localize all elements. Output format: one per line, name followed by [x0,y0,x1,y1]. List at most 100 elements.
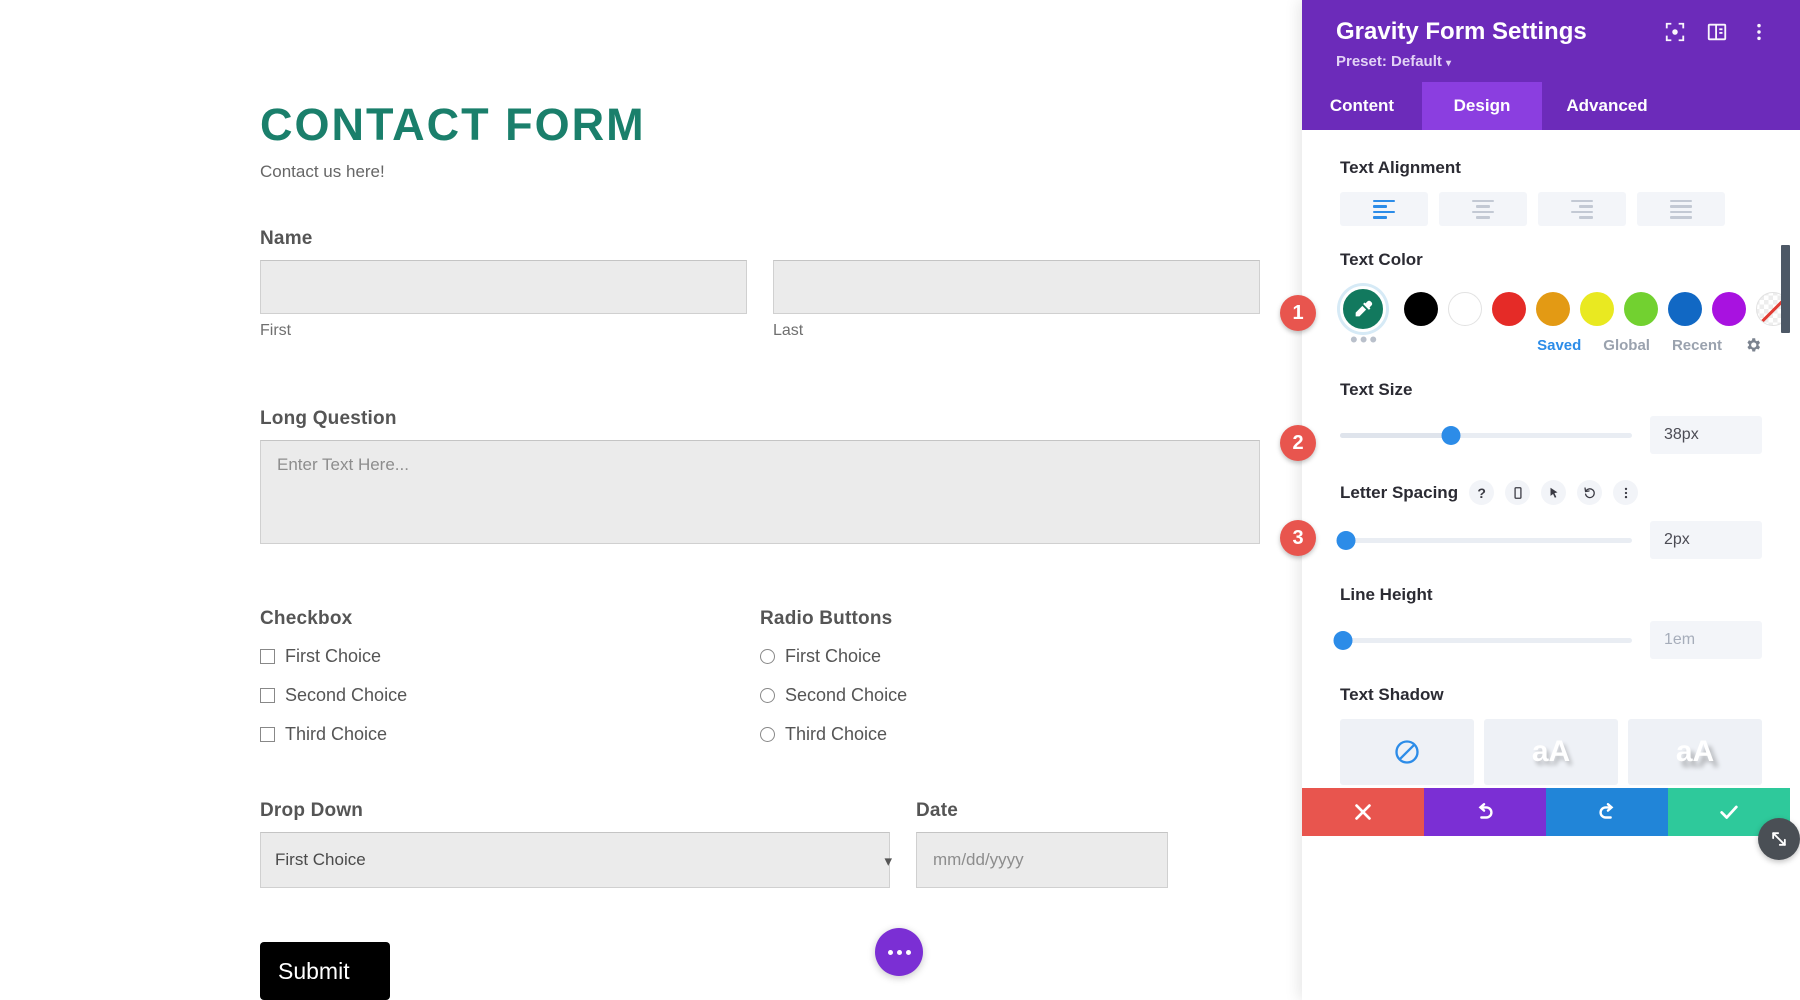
gear-icon[interactable] [1744,336,1762,354]
cursor-icon[interactable] [1541,480,1567,505]
reset-icon[interactable] [1577,480,1603,505]
choices-row: Checkbox First Choice Second Choice Thir… [260,608,1260,763]
line-height-slider[interactable] [1333,630,1632,650]
radio-option-2[interactable]: Second Choice [760,685,1260,706]
swatch-orange[interactable] [1536,292,1570,326]
undo-button[interactable] [1424,788,1546,836]
swatch-blue[interactable] [1668,292,1702,326]
submit-button[interactable]: Submit [260,942,390,1000]
field-radio: Radio Buttons First Choice Second Choice [760,608,1260,763]
section-text-color: Text Color ••• Saved Global Recent [1302,226,1800,354]
swatch-red[interactable] [1492,292,1526,326]
align-justify-button[interactable] [1637,192,1725,226]
swatch-yellow[interactable] [1580,292,1614,326]
checkbox-box[interactable] [260,688,275,703]
ellipsis-icon [887,949,911,955]
checkbox-box[interactable] [260,727,275,742]
first-name-input[interactable] [260,260,747,314]
undo-icon [1478,803,1493,819]
reset-glyph [1583,486,1595,498]
callout-badge-3: 3 [1280,520,1316,556]
text-size-slider[interactable] [1340,425,1632,445]
panel-body: Text Alignment Text Color ••• Saved Glob… [1302,140,1800,1000]
radio-option-1[interactable]: First Choice [760,646,1260,667]
swatch-black[interactable] [1404,292,1438,326]
checkbox-option-label: First Choice [285,646,382,666]
radio-option-3[interactable]: Third Choice [760,724,1260,745]
check-icon [1720,805,1738,819]
checkbox-option-1[interactable]: First Choice [260,646,760,667]
line-height-slider-knob[interactable] [1333,630,1353,650]
section-line-height: Line Height 1em [1302,559,1800,659]
preset-selector[interactable]: Preset: Default ▾ [1336,53,1770,70]
page-preview: CONTACT FORM Contact us here! Name First… [0,0,1302,1000]
tab-design[interactable]: Design [1422,82,1542,130]
text-shadow-none-button[interactable] [1340,719,1474,785]
cancel-button[interactable] [1302,788,1424,836]
text-alignment-label: Text Alignment [1340,158,1461,177]
mobile-glyph [1514,486,1522,499]
tab-advanced[interactable]: Advanced [1542,82,1672,130]
text-shadow-preset-1[interactable]: aA [1484,719,1618,785]
swatch-white[interactable] [1448,292,1482,326]
letter-spacing-value[interactable]: 2px [1650,521,1762,559]
letter-spacing-slider[interactable] [1336,530,1632,550]
lower-row: Drop Down ▾ Date [260,800,1302,888]
checkbox-box[interactable] [260,649,275,664]
field-name: Name First Last [260,228,1260,340]
section-letter-spacing: Letter Spacing ? 2px [1302,454,1800,559]
align-right-icon [1571,199,1593,219]
text-shadow-preset-2[interactable]: aA [1628,719,1762,785]
more-colors-icon[interactable]: ••• [1350,329,1379,351]
line-height-value[interactable]: 1em [1650,621,1762,659]
field-date: Date [916,800,1216,888]
callout-badge-2: 2 [1280,425,1316,461]
align-left-icon [1373,199,1395,219]
text-size-value[interactable]: 38px [1650,416,1762,454]
kebab-menu-icon[interactable] [1748,21,1770,43]
letter-spacing-label: Letter Spacing [1340,482,1459,502]
color-tab-recent[interactable]: Recent [1672,337,1722,354]
redo-button[interactable] [1546,788,1668,836]
cursor-glyph [1550,487,1558,498]
checkbox-option-3[interactable]: Third Choice [260,724,760,745]
checkbox-option-label: Second Choice [285,685,408,705]
last-name-input[interactable] [773,260,1260,314]
fullscreen-icon[interactable] [1664,21,1686,43]
color-tab-saved[interactable]: Saved [1537,337,1581,354]
panel-action-bar [1302,788,1790,836]
tab-content[interactable]: Content [1302,82,1422,130]
text-size-slider-knob[interactable] [1441,425,1461,445]
text-size-slider-fill [1340,432,1451,438]
panel-tabs: Content Design Advanced [1302,82,1800,130]
field-checkbox: Checkbox First Choice Second Choice Thir… [260,608,760,763]
help-icon[interactable]: ? [1469,480,1495,505]
chevron-down-icon: ▾ [1446,58,1452,69]
mobile-icon[interactable] [1505,480,1531,505]
radio-circle[interactable] [760,688,775,703]
swatch-purple[interactable] [1712,292,1746,326]
redo-icon [1599,803,1614,819]
text-color-label: Text Color [1340,250,1423,269]
align-left-button[interactable] [1340,192,1428,226]
color-tab-global[interactable]: Global [1603,337,1650,354]
swatch-green[interactable] [1624,292,1658,326]
radio-circle[interactable] [760,649,775,664]
panel-resize-handle[interactable] [1758,818,1800,860]
radio-label: Radio Buttons [760,608,893,629]
checkbox-option-2[interactable]: Second Choice [260,685,760,706]
kebab-glyph [1624,487,1627,498]
floating-options-button[interactable] [875,928,923,976]
date-input[interactable] [916,832,1168,888]
align-center-button[interactable] [1439,192,1527,226]
kebab-menu-icon[interactable] [1613,480,1639,505]
long-question-textarea[interactable] [260,440,1260,544]
color-picker-eyedropper-button[interactable] [1340,286,1386,332]
radio-circle[interactable] [760,727,775,742]
letter-spacing-slider-knob[interactable] [1336,530,1356,550]
dropdown-select[interactable] [260,832,890,888]
settings-panel: Gravity Form Settings Preset: Default ▾ … [1302,0,1800,1000]
align-right-button[interactable] [1538,192,1626,226]
layout-icon[interactable] [1706,21,1728,43]
panel-scrollbar-thumb[interactable] [1781,245,1790,333]
